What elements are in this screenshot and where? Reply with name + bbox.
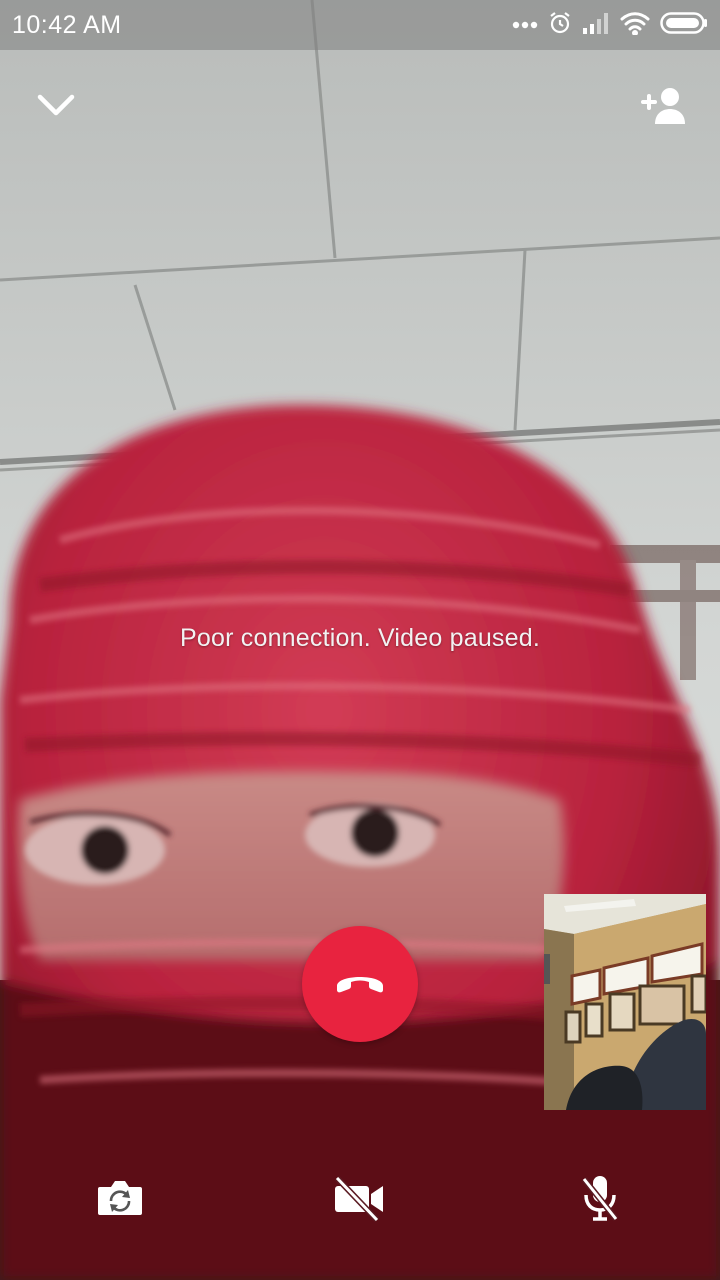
minimize-call-button[interactable]	[30, 86, 82, 130]
end-call-button[interactable]	[302, 926, 418, 1042]
more-dots-icon	[512, 16, 538, 34]
call-status-message: Poor connection. Video paused.	[180, 624, 540, 652]
self-view-video	[544, 894, 706, 1110]
signal-icon	[582, 11, 610, 40]
chevron-down-icon	[36, 93, 76, 124]
status-time: 10:42 AM	[12, 11, 122, 39]
toggle-video-button[interactable]	[326, 1172, 392, 1228]
add-participant-button[interactable]	[634, 84, 694, 132]
self-view-thumbnail[interactable]	[544, 894, 706, 1110]
add-person-icon	[639, 86, 689, 131]
camera-switch-icon	[96, 1179, 144, 1222]
mute-microphone-button[interactable]	[570, 1170, 630, 1230]
switch-camera-button[interactable]	[88, 1172, 152, 1228]
video-off-icon	[331, 1174, 387, 1227]
hang-up-icon	[334, 969, 386, 1000]
wifi-icon	[620, 11, 650, 40]
alarm-icon	[548, 11, 572, 40]
battery-icon	[660, 11, 708, 40]
status-icons	[512, 10, 708, 40]
mic-off-icon	[580, 1173, 620, 1228]
status-bar: 10:42 AM	[0, 0, 720, 50]
